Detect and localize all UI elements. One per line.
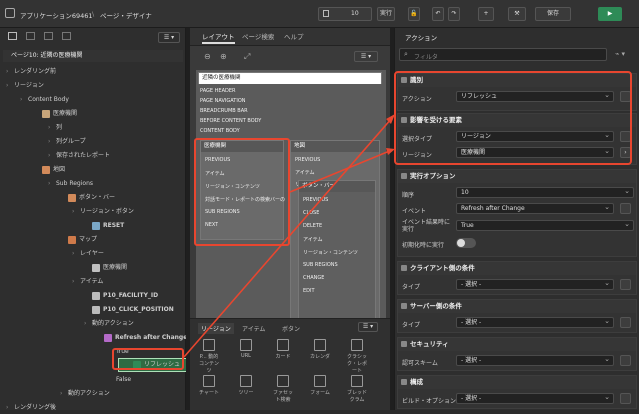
annotation-arrows xyxy=(183,114,395,358)
arrow-head-region xyxy=(386,148,395,155)
arrow-line-region xyxy=(289,149,393,193)
arrow-line-main xyxy=(183,117,393,358)
